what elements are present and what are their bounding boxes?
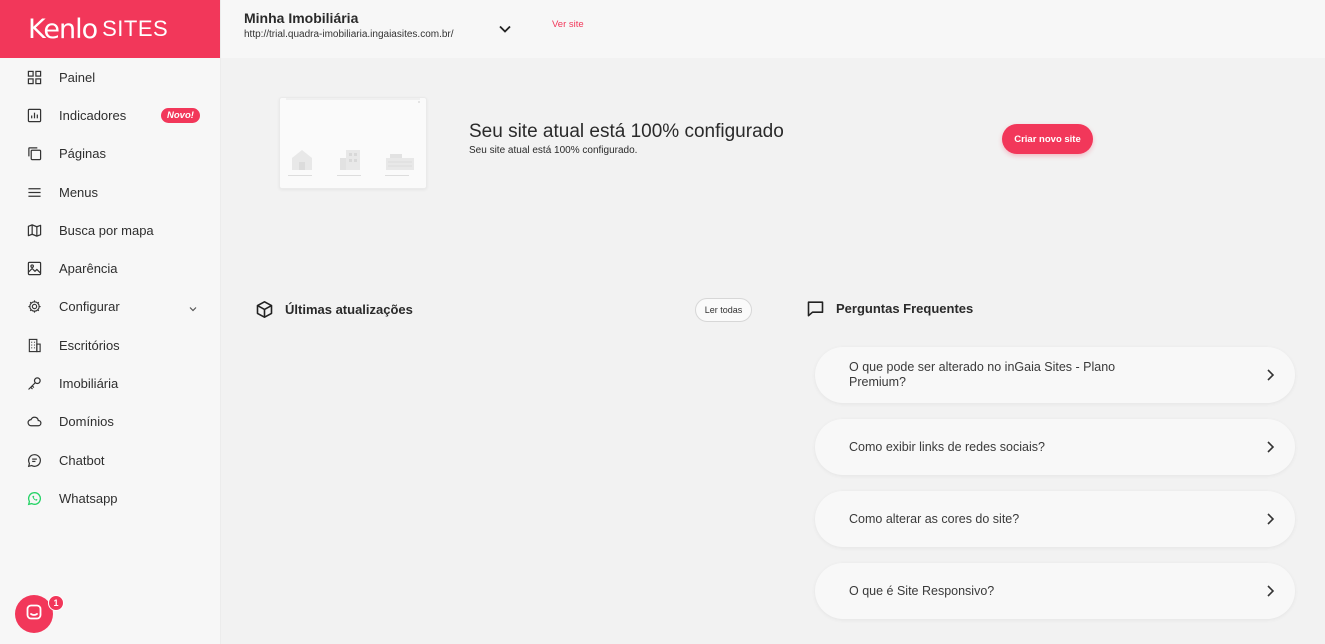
chevron-down-icon[interactable] bbox=[188, 302, 198, 317]
whatsapp-icon bbox=[26, 490, 42, 506]
faq-question: O que é Site Responsivo? bbox=[849, 583, 995, 598]
chevron-right-icon bbox=[1265, 512, 1275, 531]
sidebar-item-whatsapp[interactable]: Whatsapp bbox=[0, 479, 220, 517]
site-selector-dropdown[interactable] bbox=[495, 19, 515, 39]
sidebar-item-label: Busca por mapa bbox=[59, 222, 154, 238]
sidebar: Kenlo SITES Painel Indicadores Novo! Pág… bbox=[0, 0, 221, 644]
updates-section-header: Últimas atualizações bbox=[255, 300, 413, 319]
sidebar-item-label: Indicadores bbox=[59, 107, 127, 123]
sidebar-item-label: Menus bbox=[59, 184, 99, 200]
sidebar-item-label: Configurar bbox=[59, 299, 120, 315]
sidebar-item-imobiliaria[interactable]: Imobiliária bbox=[0, 364, 220, 402]
sidebar-item-chatbot[interactable]: Chatbot bbox=[0, 441, 220, 479]
faq-question: Como exibir links de redes sociais? bbox=[849, 439, 1045, 454]
map-icon bbox=[26, 222, 42, 238]
sidebar-item-label: Whatsapp bbox=[59, 490, 118, 506]
chat-launcher-icon bbox=[25, 603, 43, 626]
building-icon bbox=[26, 337, 42, 353]
notification-count: 1 bbox=[48, 595, 64, 611]
site-url: http://trial.quadra-imobiliaria.ingaiasi… bbox=[244, 29, 454, 40]
sidebar-item-busca-por-mapa[interactable]: Busca por mapa bbox=[0, 211, 220, 249]
hamburger-icon bbox=[26, 184, 42, 200]
faq-item[interactable]: Como exibir links de redes sociais? bbox=[815, 419, 1295, 475]
faq-question: Como alterar as cores do site? bbox=[849, 511, 1020, 526]
gear-icon bbox=[26, 299, 42, 315]
chevron-right-icon bbox=[1265, 440, 1275, 459]
site-preview-illustration bbox=[286, 98, 420, 176]
sidebar-item-escritorios[interactable]: Escritórios bbox=[0, 326, 220, 364]
faq-item[interactable]: O que pode ser alterado no inGaia Sites … bbox=[815, 347, 1295, 403]
faq-item[interactable]: Como alterar as cores do site? bbox=[815, 491, 1295, 547]
cloud-icon bbox=[26, 414, 42, 430]
key-icon bbox=[26, 376, 42, 392]
bar-chart-icon bbox=[26, 107, 42, 123]
chevron-right-icon bbox=[1265, 584, 1275, 603]
sidebar-item-paginas[interactable]: Páginas bbox=[0, 135, 220, 173]
chat-bubble-icon bbox=[26, 452, 42, 468]
chevron-right-icon bbox=[1265, 368, 1275, 387]
sidebar-item-painel[interactable]: Painel bbox=[0, 58, 220, 96]
sidebar-item-label: Chatbot bbox=[59, 452, 105, 468]
sidebar-item-label: Páginas bbox=[59, 146, 106, 162]
sidebar-item-configurar[interactable]: Configurar bbox=[0, 288, 220, 326]
faq-question: O que pode ser alterado no inGaia Sites … bbox=[849, 360, 1116, 389]
box-icon bbox=[256, 301, 273, 318]
logo-brand: Kenlo bbox=[28, 13, 98, 45]
sidebar-item-aparencia[interactable]: Aparência bbox=[0, 249, 220, 287]
copy-pages-icon bbox=[26, 146, 42, 162]
sidebar-item-label: Painel bbox=[59, 69, 96, 85]
read-all-button[interactable]: Ler todas bbox=[695, 298, 752, 322]
grid-icon bbox=[26, 69, 42, 85]
chevron-down-icon bbox=[499, 25, 511, 33]
sidebar-item-label: Aparência bbox=[59, 261, 118, 277]
faq-item[interactable]: O que é Site Responsivo? bbox=[815, 563, 1295, 619]
message-square-icon bbox=[807, 301, 824, 317]
sidebar-item-label: Domínios bbox=[59, 414, 114, 430]
top-header: Minha Imobiliária http://trial.quadra-im… bbox=[221, 0, 1325, 58]
logo[interactable]: Kenlo SITES bbox=[0, 0, 220, 58]
configuration-status-subtitle: Seu site atual está 100% configurado. bbox=[469, 145, 638, 156]
sidebar-item-menus[interactable]: Menus bbox=[0, 173, 220, 211]
faq-section-header: Perguntas Frequentes bbox=[806, 299, 973, 318]
sidebar-item-indicadores[interactable]: Indicadores Novo! bbox=[0, 96, 220, 134]
create-new-site-button[interactable]: Criar novo site bbox=[1002, 124, 1093, 154]
logo-product: SITES bbox=[102, 16, 169, 41]
faq-title: Perguntas Frequentes bbox=[836, 301, 974, 316]
sidebar-nav: Painel Indicadores Novo! Páginas Menus B… bbox=[0, 58, 220, 518]
updates-title: Últimas atualizações bbox=[285, 302, 413, 317]
sidebar-item-label: Imobiliária bbox=[59, 376, 119, 392]
view-site-link[interactable]: Ver site bbox=[552, 19, 584, 30]
new-badge: Novo! bbox=[161, 107, 200, 123]
site-thumbnail bbox=[279, 97, 427, 189]
configuration-status-title: Seu site atual está 100% configurado bbox=[469, 121, 784, 142]
image-icon bbox=[26, 261, 42, 277]
site-name: Minha Imobiliária bbox=[244, 10, 359, 26]
sidebar-item-dominios[interactable]: Domínios bbox=[0, 403, 220, 441]
sidebar-item-label: Escritórios bbox=[59, 337, 120, 353]
